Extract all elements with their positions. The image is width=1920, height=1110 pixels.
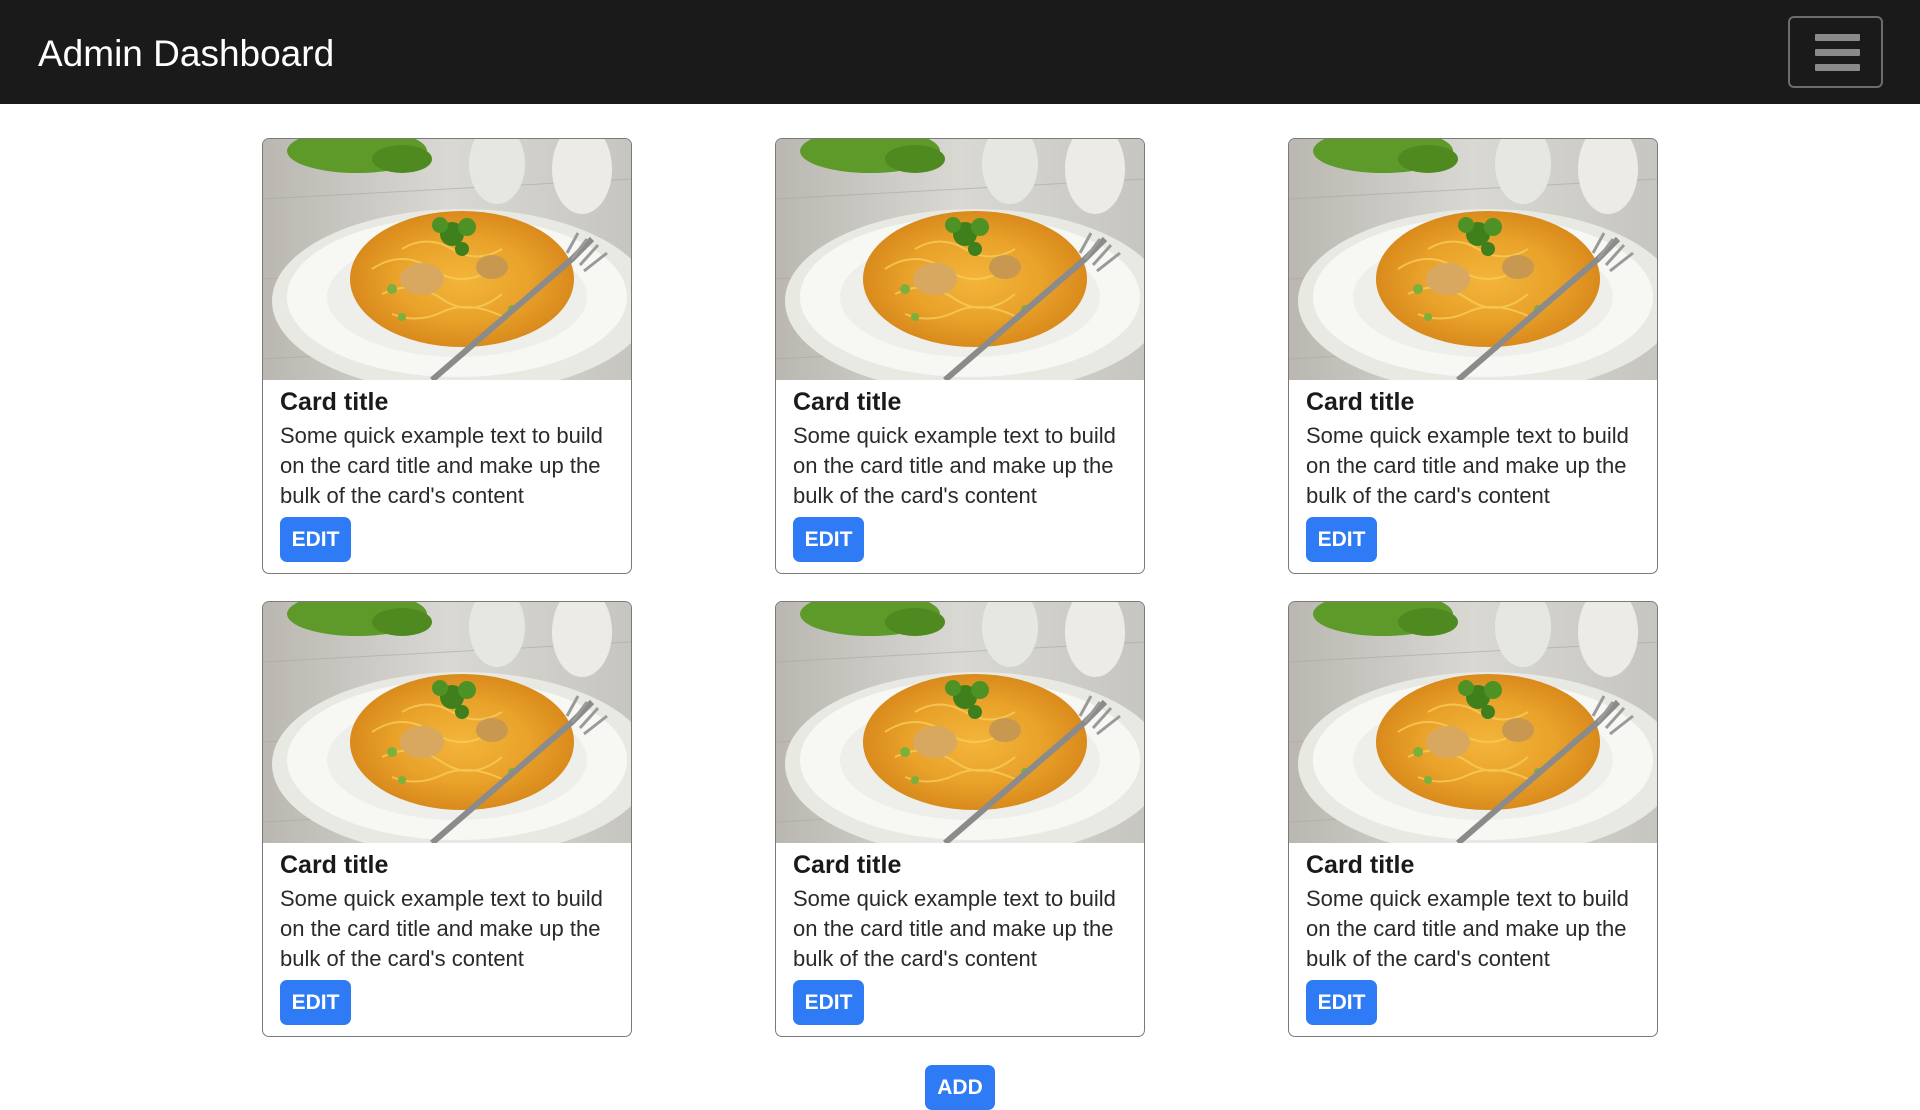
card-image bbox=[263, 602, 631, 843]
card-text: Some quick example text to build on the … bbox=[1306, 423, 1629, 508]
card: Card title Some quick example text to bu… bbox=[775, 138, 1145, 574]
edit-button[interactable]: EDIT bbox=[1306, 517, 1377, 562]
card-title: Card title bbox=[793, 388, 902, 416]
edit-button[interactable]: EDIT bbox=[793, 980, 864, 1025]
card-title: Card title bbox=[1306, 851, 1415, 879]
edit-button[interactable]: EDIT bbox=[280, 980, 351, 1025]
card-image bbox=[1289, 602, 1657, 843]
card-text: Some quick example text to build on the … bbox=[1306, 886, 1629, 971]
card-title: Card title bbox=[280, 388, 389, 416]
card-image bbox=[776, 602, 1144, 843]
edit-button[interactable]: EDIT bbox=[793, 517, 864, 562]
card: Card title Some quick example text to bu… bbox=[1288, 138, 1658, 574]
card-title: Card title bbox=[793, 851, 902, 879]
top-navbar: Admin Dashboard bbox=[0, 0, 1920, 104]
card: Card title Some quick example text to bu… bbox=[1288, 601, 1658, 1037]
card-text: Some quick example text to build on the … bbox=[280, 886, 603, 971]
edit-button[interactable]: EDIT bbox=[280, 517, 351, 562]
menu-toggle-button[interactable] bbox=[1788, 16, 1883, 88]
card: Card title Some quick example text to bu… bbox=[262, 601, 632, 1037]
card-text: Some quick example text to build on the … bbox=[280, 423, 603, 508]
card-image bbox=[1289, 139, 1657, 380]
card-text: Some quick example text to build on the … bbox=[793, 423, 1116, 508]
card-text: Some quick example text to build on the … bbox=[793, 886, 1116, 971]
app-title: Admin Dashboard bbox=[38, 33, 335, 74]
card: Card title Some quick example text to bu… bbox=[775, 601, 1145, 1037]
add-button[interactable]: ADD bbox=[925, 1065, 995, 1110]
card-image bbox=[776, 139, 1144, 380]
card: Card title Some quick example text to bu… bbox=[262, 138, 632, 574]
card-image bbox=[263, 139, 631, 380]
card-title: Card title bbox=[280, 851, 389, 879]
edit-button[interactable]: EDIT bbox=[1306, 980, 1377, 1025]
card-title: Card title bbox=[1306, 388, 1415, 416]
